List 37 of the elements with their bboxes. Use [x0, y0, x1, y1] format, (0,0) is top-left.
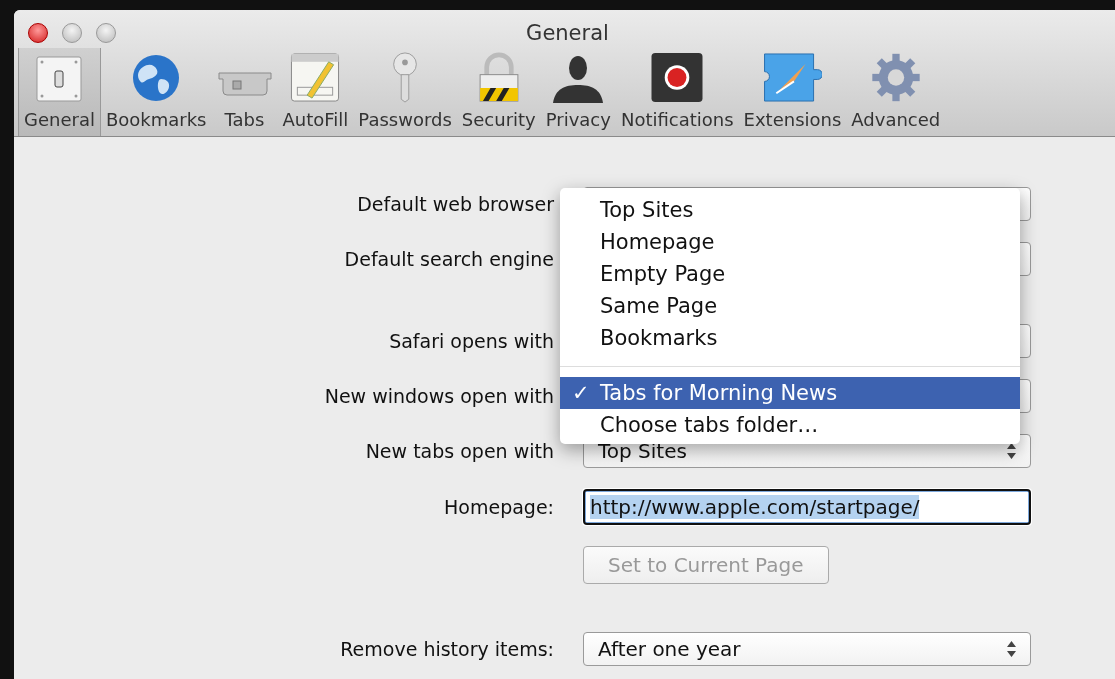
close-button[interactable]: [28, 23, 48, 43]
record-icon: [649, 52, 706, 103]
field-label: Default web browser: [356, 193, 554, 215]
field-label: Default search engine: [343, 248, 554, 270]
toolbar-tab[interactable]: Privacy: [540, 48, 616, 136]
person-silhouette-icon: [551, 53, 606, 103]
toolbar-tab[interactable]: Tabs: [211, 48, 278, 136]
puzzle-compass-icon: [762, 52, 823, 103]
menu-item[interactable]: Homepage: [560, 226, 1020, 258]
field-label: Homepage:: [443, 496, 554, 518]
field-label: New tabs open with: [364, 440, 554, 462]
toolbar-tab[interactable]: Advanced: [846, 48, 946, 136]
field-label: New windows open with: [323, 385, 554, 407]
toolbar-tab[interactable]: Bookmarks: [100, 48, 212, 136]
popup-button[interactable]: After one year: [583, 632, 1031, 666]
homepage-field[interactable]: http://www.apple.com/startpage/: [583, 489, 1031, 525]
notepad-pencil-icon: [289, 52, 342, 103]
toolbar-tab[interactable]: Passwords: [353, 48, 457, 136]
toolbar-tab[interactable]: Notifications: [615, 48, 739, 136]
menu-item[interactable]: Top Sites: [560, 194, 1020, 226]
menu-item[interactable]: Same Page: [560, 290, 1020, 322]
field-label: Remove history items:: [339, 638, 554, 660]
menu-item[interactable]: Bookmarks: [560, 322, 1020, 354]
up-down-arrows-icon: [1007, 443, 1016, 459]
menu-item[interactable]: Empty Page: [560, 258, 1020, 290]
toolbar-tab[interactable]: Extensions: [738, 48, 847, 136]
globe-icon: [131, 53, 182, 103]
zoom-button[interactable]: [96, 23, 116, 43]
menu-item[interactable]: ✓ Tabs for Morning News: [560, 377, 1020, 409]
up-down-arrows-icon: [1007, 641, 1016, 657]
toolbar-tab[interactable]: Security: [456, 48, 541, 136]
window-title: General: [525, 21, 610, 45]
field-label: Safari opens with: [388, 330, 554, 352]
toolbar-tab[interactable]: General: [18, 48, 101, 136]
minimize-button[interactable]: [62, 23, 82, 43]
switch-icon: [35, 55, 84, 103]
toolbar-tab[interactable]: AutoFill: [277, 48, 354, 136]
